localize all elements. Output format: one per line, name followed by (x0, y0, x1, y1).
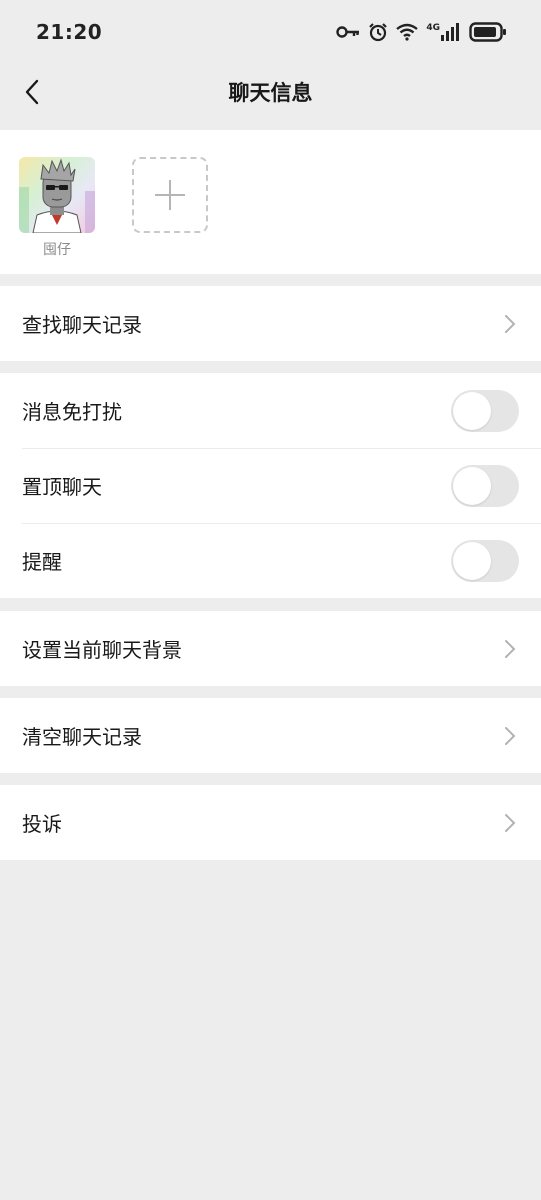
alarm-icon (369, 23, 388, 42)
signal-icon (441, 23, 459, 41)
pin-item: 置顶聊天 (0, 448, 541, 523)
member-item[interactable]: 囤仔 (19, 157, 95, 259)
chevron-right-icon (505, 639, 516, 658)
toggle-knob (453, 391, 491, 430)
back-arrow-icon (25, 79, 39, 105)
pin-label: 置顶聊天 (22, 475, 102, 499)
nav-bar: 聊天信息 (0, 64, 541, 120)
status-bar: 21:20 4G (0, 0, 541, 64)
member-name: 囤仔 (43, 242, 71, 258)
page-title: 聊天信息 (228, 81, 313, 105)
background-label: 设置当前聊天背景 (22, 638, 182, 662)
wifi-icon (396, 23, 419, 41)
find-history-label: 查找聊天记录 (22, 313, 142, 337)
remind-toggle[interactable] (451, 539, 519, 582)
settings-toggle-section: 消息免打扰 置顶聊天 提醒 (0, 373, 541, 598)
battery-icon (469, 22, 506, 42)
report-item[interactable]: 投诉 (0, 785, 541, 860)
members-section: 囤仔 (0, 130, 541, 274)
status-icons: 4G (336, 22, 507, 42)
avatar[interactable] (19, 157, 95, 233)
status-time: 21:20 (36, 20, 103, 44)
mute-label: 消息免打扰 (22, 400, 122, 424)
plus-icon (155, 180, 185, 210)
find-history-section: 查找聊天记录 (0, 286, 541, 361)
remind-label: 提醒 (22, 550, 62, 574)
network-type-label: 4G (426, 23, 440, 33)
chevron-right-icon (505, 813, 516, 832)
find-history-item[interactable]: 查找聊天记录 (0, 286, 541, 361)
report-section: 投诉 (0, 785, 541, 860)
key-icon (336, 26, 360, 38)
background-section: 设置当前聊天背景 (0, 611, 541, 686)
back-button[interactable] (14, 74, 50, 110)
chevron-right-icon (505, 314, 516, 333)
clear-history-label: 清空聊天记录 (22, 725, 142, 749)
remind-item: 提醒 (0, 523, 541, 598)
mute-toggle[interactable] (451, 389, 519, 432)
clear-history-section: 清空聊天记录 (0, 698, 541, 773)
toggle-knob (453, 466, 491, 505)
chevron-right-icon (505, 726, 516, 745)
clear-history-item[interactable]: 清空聊天记录 (0, 698, 541, 773)
mute-item: 消息免打扰 (0, 373, 541, 448)
add-member-button[interactable] (132, 157, 208, 233)
report-label: 投诉 (22, 812, 62, 836)
pin-toggle[interactable] (451, 464, 519, 507)
background-item[interactable]: 设置当前聊天背景 (0, 611, 541, 686)
toggle-knob (453, 541, 491, 580)
